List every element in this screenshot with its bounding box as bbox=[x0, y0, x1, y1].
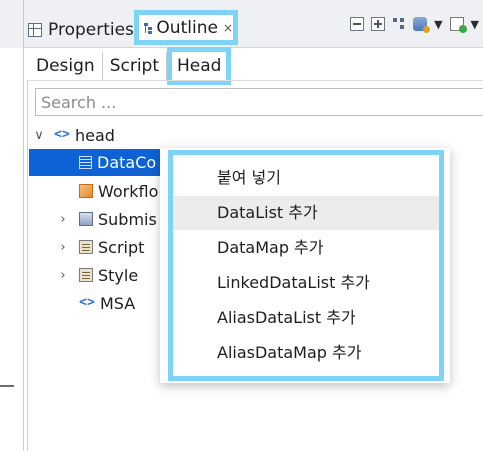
tree-item-head[interactable]: ∨ <> head bbox=[32, 122, 115, 148]
database-add-icon[interactable] bbox=[413, 17, 431, 33]
collapsed-twisty-icon[interactable]: › bbox=[56, 212, 70, 227]
tree-item-script[interactable]: › Script bbox=[56, 234, 144, 260]
search-box bbox=[35, 88, 483, 116]
view-toolbar: ▼ ▼ bbox=[350, 17, 479, 33]
tab-outline-label: Outline bbox=[156, 17, 218, 38]
view-tab-bar: Properties Outline × ▼ ▼ bbox=[24, 0, 483, 48]
close-icon[interactable]: × bbox=[223, 21, 233, 35]
content-left-border bbox=[27, 80, 28, 451]
tree-item-label: Workflo bbox=[98, 181, 159, 201]
tab-design[interactable]: Design bbox=[29, 52, 103, 80]
properties-icon bbox=[28, 23, 42, 37]
tree-structure-icon[interactable] bbox=[392, 17, 406, 31]
workflow-icon bbox=[79, 184, 93, 198]
expand-all-icon[interactable] bbox=[371, 17, 386, 31]
menu-item-add-datalist[interactable]: DataList 추가 bbox=[173, 196, 439, 230]
chevron-down-icon[interactable]: ▼ bbox=[434, 18, 442, 31]
left-strip-header bbox=[0, 0, 23, 48]
tree-item-label: head bbox=[75, 125, 115, 145]
style-icon bbox=[79, 268, 93, 282]
data-collection-icon bbox=[79, 156, 92, 169]
tree-item-label: MSA bbox=[100, 293, 136, 313]
menu-item-add-aliasdatamap[interactable]: AliasDataMap 추가 bbox=[173, 336, 439, 370]
tree-item-label: Submis bbox=[98, 209, 157, 229]
tree-item-workflow[interactable]: Workflo bbox=[79, 178, 158, 204]
tree-item-msa[interactable]: <> MSA bbox=[79, 290, 135, 316]
collapsed-twisty-icon[interactable]: › bbox=[56, 240, 70, 255]
document-add-icon[interactable] bbox=[449, 17, 467, 33]
context-menu: 붙여 넣기 DataList 추가 DataMap 추가 LinkedDataL… bbox=[168, 150, 444, 381]
collapse-all-icon[interactable] bbox=[350, 17, 365, 31]
collapsed-twisty-icon[interactable]: › bbox=[56, 268, 70, 283]
view-menu-chevron-icon[interactable]: ▼ bbox=[471, 18, 479, 31]
outline-icon bbox=[143, 21, 150, 35]
left-editor-strip bbox=[0, 0, 23, 451]
menu-item-add-datamap[interactable]: DataMap 추가 bbox=[173, 231, 439, 265]
tab-properties-label: Properties bbox=[48, 20, 134, 40]
code-tag-icon: <> bbox=[54, 127, 70, 142]
tab-properties[interactable]: Properties bbox=[28, 14, 134, 46]
outline-sub-tabs: Design Script Head bbox=[29, 47, 232, 85]
tab-script[interactable]: Script bbox=[103, 52, 168, 80]
search-input[interactable] bbox=[36, 89, 483, 115]
tree-item-label: Style bbox=[98, 265, 139, 285]
tree-item-style[interactable]: › Style bbox=[56, 262, 138, 288]
expand-twisty-icon[interactable]: ∨ bbox=[32, 128, 46, 143]
tab-outline[interactable]: Outline × bbox=[134, 10, 238, 45]
left-divider bbox=[23, 0, 24, 451]
sub-tab-divider bbox=[28, 80, 483, 81]
tree-item-label: DataCo bbox=[97, 153, 157, 172]
menu-item-add-linkeddatalist[interactable]: LinkedDataList 추가 bbox=[173, 266, 439, 300]
submission-icon bbox=[79, 212, 93, 226]
menu-item-paste[interactable]: 붙여 넣기 bbox=[173, 161, 439, 195]
script-icon bbox=[79, 240, 93, 254]
left-strip-marker bbox=[0, 385, 14, 387]
tree-item-label: Script bbox=[98, 237, 145, 257]
tree-item-submission[interactable]: › Submis bbox=[56, 206, 157, 232]
menu-item-add-aliasdatalist[interactable]: AliasDataList 추가 bbox=[173, 301, 439, 335]
code-tag-icon: <> bbox=[79, 295, 95, 310]
tree-item-datacollection[interactable]: DataCo bbox=[29, 149, 171, 176]
